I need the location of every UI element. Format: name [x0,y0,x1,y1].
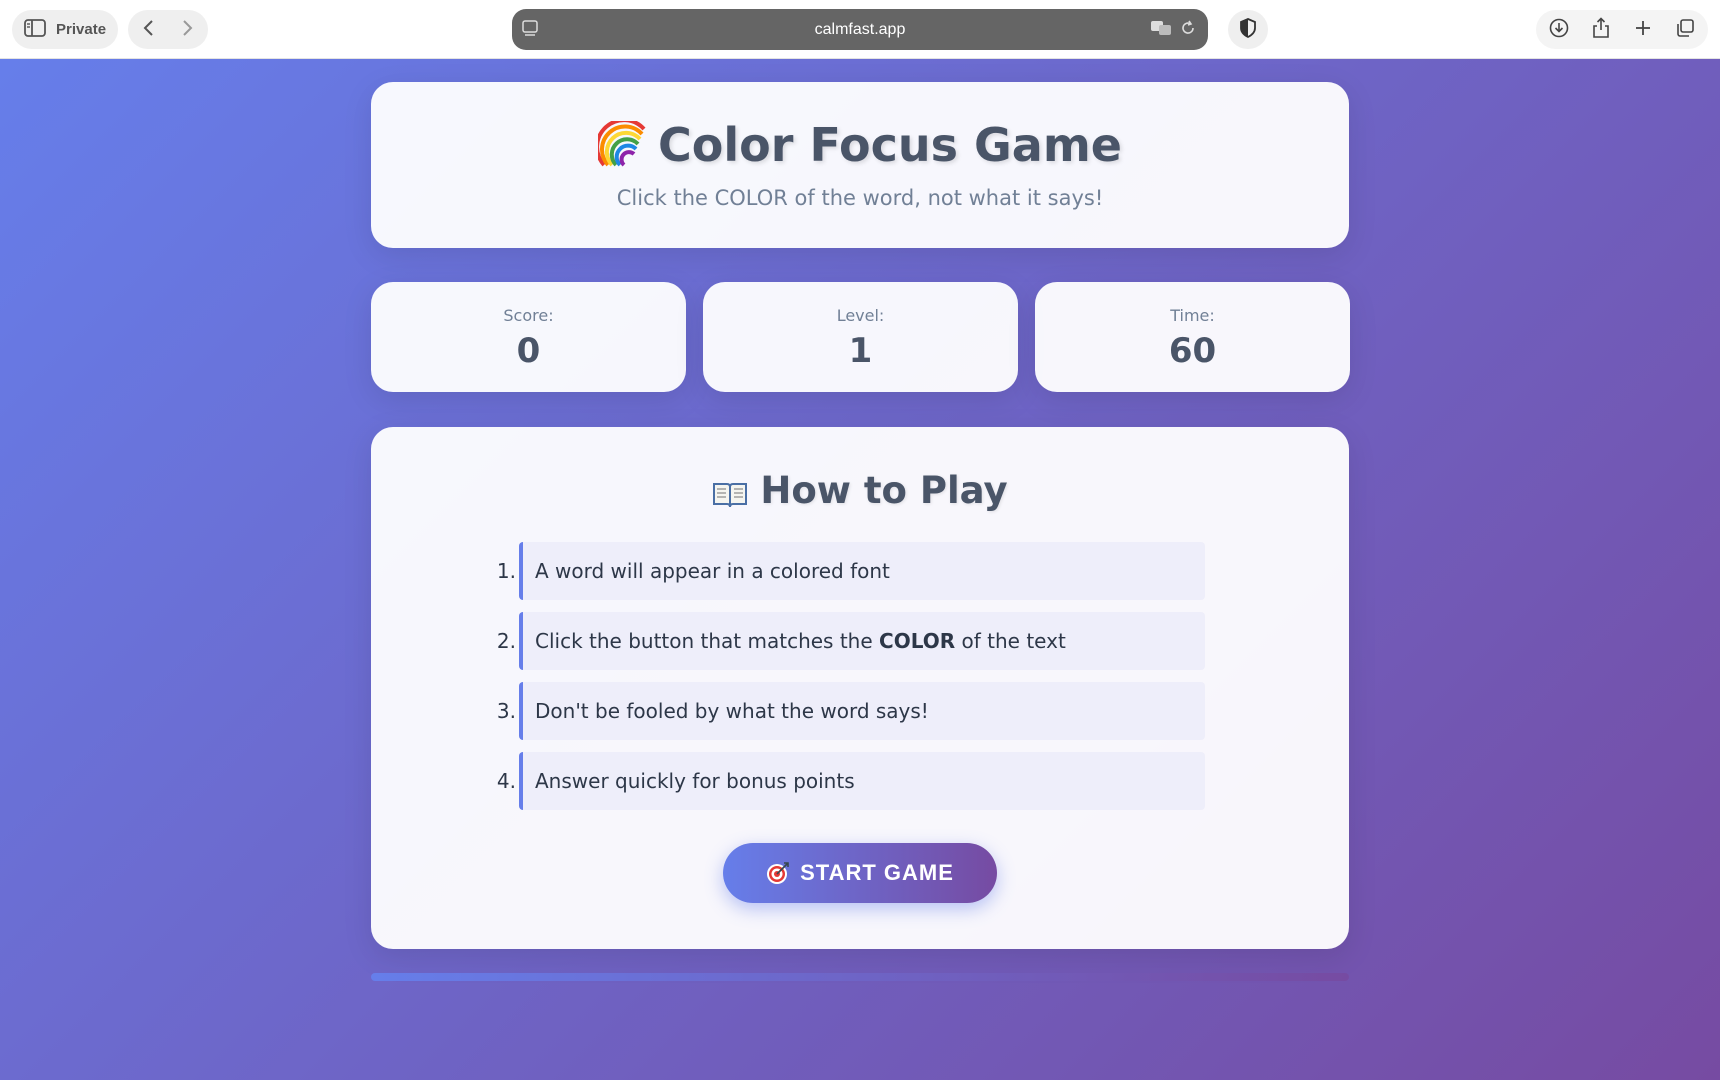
instruction-item: 3. Don't be fooled by what the word says… [486,682,1205,740]
progress-fill [371,973,1349,981]
how-to-play-title: How to Play [371,469,1349,512]
nav-buttons [128,10,208,49]
reload-icon[interactable] [1180,20,1196,41]
level-card: Level: 1 [703,282,1018,392]
step-text-part: Click the button that matches the [535,629,880,653]
chevron-left-icon [142,19,154,41]
step-number: 2. [496,629,516,653]
score-value: 0 [516,331,541,371]
url-text: calmfast.app [814,20,906,38]
open-book-icon [712,476,748,507]
step-text-emphasis: COLOR [879,629,956,653]
private-label: Private [56,21,107,38]
target-icon [766,861,790,885]
address-bar[interactable]: calmfast.app [512,9,1208,50]
header-card: Color Focus Game Click the COLOR of the … [371,82,1349,248]
step-number: 3. [496,699,516,723]
page-title: Color Focus Game [371,118,1349,172]
time-card: Time: 60 [1035,282,1350,392]
step-text-part: A word will appear in a colored font [535,559,890,583]
address-tools [1150,19,1196,42]
sidebar-toggle-button[interactable]: Private [12,10,118,49]
level-value: 1 [848,331,873,371]
step-number: 1. [496,559,516,583]
level-label: Level: [836,306,885,325]
privacy-shield-button[interactable] [1228,10,1268,49]
instruction-item: 4. Answer quickly for bonus points [486,752,1205,810]
progress-bar [371,973,1349,981]
how-to-play-title-text: How to Play [760,469,1008,512]
chevron-right-icon [182,19,194,41]
start-game-button[interactable]: START GAME [723,843,997,903]
shield-icon [1239,17,1257,42]
step-text-part: Don't be fooled by what the word says! [535,699,929,723]
translate-icon[interactable] [1150,19,1172,42]
new-tab-button[interactable] [1624,10,1662,49]
tab-overview-button[interactable] [1666,10,1704,49]
step-text-part: Answer quickly for bonus points [535,769,855,793]
forward-button[interactable] [168,10,208,49]
title-text: Color Focus Game [658,118,1122,172]
step-text: Answer quickly for bonus points [519,752,1205,810]
plus-icon [1634,19,1652,41]
instruction-item: 1. A word will appear in a colored font [486,542,1205,600]
step-number: 4. [496,769,516,793]
time-label: Time: [1170,306,1215,325]
toolbar-right [1536,10,1708,49]
downloads-button[interactable] [1540,10,1578,49]
sidebar-icon [24,18,46,41]
instruction-item: 2. Click the button that matches the COL… [486,612,1205,670]
download-icon [1549,18,1569,42]
game-page: Color Focus Game Click the COLOR of the … [0,59,1720,1080]
step-text-part: of the text [955,629,1066,653]
step-text: A word will appear in a colored font [519,542,1205,600]
how-to-play-card: How to Play 1. A word will appear in a c… [371,427,1349,949]
rainbow-icon [595,118,646,169]
back-button[interactable] [128,10,168,49]
step-text: Don't be fooled by what the word says! [519,682,1205,740]
page-menu-icon[interactable] [522,20,538,43]
share-icon [1592,16,1610,43]
subtitle: Click the COLOR of the word, not what it… [616,186,1104,210]
time-value: 60 [1168,331,1217,371]
tabs-icon [1675,18,1695,42]
step-text: Click the button that matches the COLOR … [519,612,1205,670]
score-label: Score: [503,306,554,325]
score-card: Score: 0 [371,282,686,392]
browser-toolbar: Private calmfast.app [0,0,1720,59]
share-button[interactable] [1582,10,1620,49]
instruction-list: 1. A word will appear in a colored font … [486,542,1205,822]
start-game-label: START GAME [800,860,954,885]
